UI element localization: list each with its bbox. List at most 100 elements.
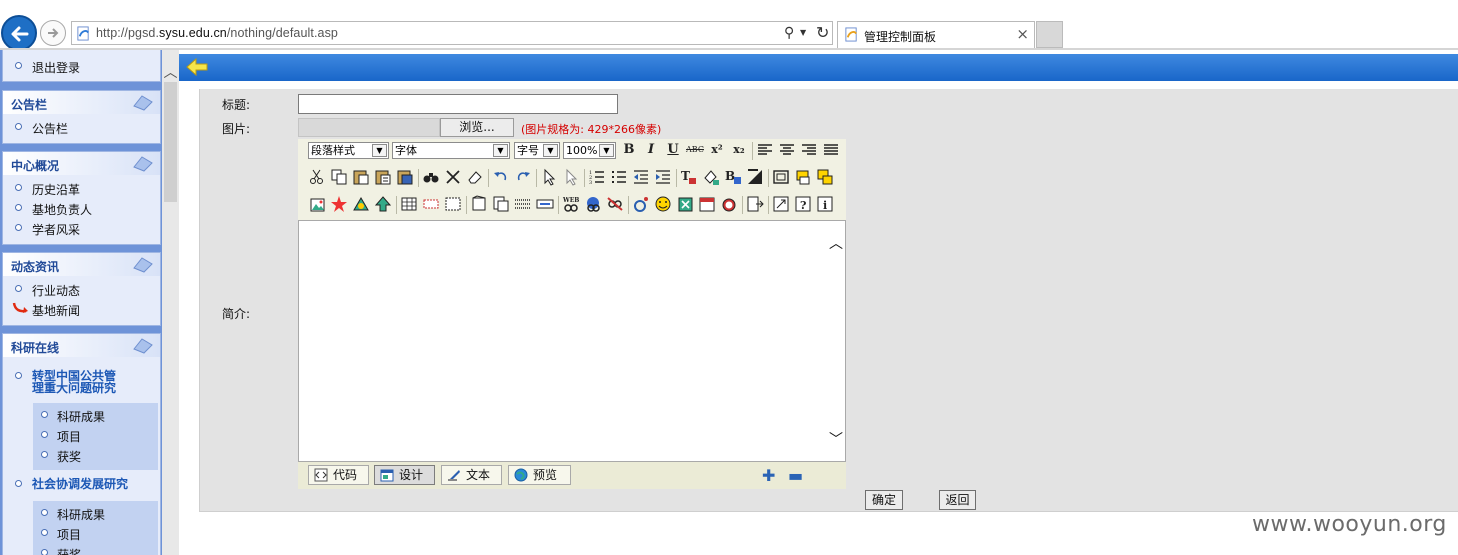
close-icon[interactable]: × (1016, 25, 1029, 43)
excel-icon[interactable] (676, 195, 694, 213)
scrollbar-thumb[interactable] (164, 82, 177, 202)
flash-icon[interactable] (330, 195, 348, 213)
scroll-down-icon[interactable]: ﹀ (829, 429, 843, 449)
sidebar-item-scholars[interactable]: 学者风采 (3, 218, 160, 238)
hyperlink-icon[interactable]: WEB (562, 195, 580, 213)
italic-icon[interactable]: I (642, 141, 660, 159)
superscript-icon[interactable]: x² (708, 141, 726, 159)
sidebar-item-awards[interactable]: 获奖 (33, 543, 158, 555)
help-icon[interactable]: ? (794, 195, 812, 213)
unordered-list-icon[interactable] (610, 168, 628, 186)
undo-icon[interactable] (492, 168, 510, 186)
anchor-icon[interactable] (584, 195, 602, 213)
background-color-icon[interactable] (702, 168, 720, 186)
browse-button[interactable]: 浏览... (440, 118, 514, 137)
zoom-select[interactable]: 100% ▼ (563, 142, 616, 159)
image-icon[interactable] (308, 195, 326, 213)
indent-icon[interactable] (654, 168, 672, 186)
special-char-icon[interactable] (632, 195, 650, 213)
insert-page-icon[interactable] (746, 195, 764, 213)
sidebar-item-achievements[interactable]: 科研成果 (33, 503, 158, 523)
form-icon[interactable] (470, 195, 488, 213)
table-cell-icon[interactable] (444, 195, 462, 213)
browser-tab[interactable]: 管理控制面板 × (837, 21, 1035, 48)
about-icon[interactable]: i (816, 195, 834, 213)
redo-icon[interactable] (514, 168, 532, 186)
mode-design-button[interactable]: 设计 (374, 465, 435, 485)
confirm-button[interactable]: 确定 (865, 490, 903, 510)
select-none-icon[interactable] (562, 168, 580, 186)
table-row-icon[interactable] (422, 195, 440, 213)
chevron-down-icon[interactable]: ▼ (800, 28, 806, 37)
border-icon[interactable] (772, 168, 790, 186)
unlink-icon[interactable] (606, 195, 624, 213)
editor-content-area[interactable]: ︿ ﹀ (298, 220, 846, 462)
align-justify-icon[interactable] (822, 141, 840, 159)
back-button[interactable]: 返回 (939, 490, 976, 510)
sidebar-scrollbar[interactable]: ︿ (162, 50, 179, 555)
media-icon[interactable] (352, 195, 370, 213)
outdent-icon[interactable] (632, 168, 650, 186)
time-icon[interactable] (720, 195, 738, 213)
mode-preview-button[interactable]: 预览 (508, 465, 571, 485)
align-center-icon[interactable] (778, 141, 796, 159)
back-button[interactable] (1, 15, 37, 51)
upload-file-icon[interactable] (374, 195, 392, 213)
image-file-path[interactable] (298, 118, 440, 137)
align-left-icon[interactable] (756, 141, 774, 159)
mode-code-button[interactable]: 代码 (308, 465, 369, 485)
iframe-icon[interactable] (492, 195, 510, 213)
emoticon-icon[interactable] (654, 195, 672, 213)
minus-icon[interactable]: ▬ (788, 466, 803, 485)
layer-icon[interactable] (816, 168, 834, 186)
copy-icon[interactable] (330, 168, 348, 186)
sidebar-item-bulletin[interactable]: 公告栏 (3, 117, 160, 137)
refresh-icon[interactable]: ↻ (816, 23, 829, 42)
format-brush-icon[interactable] (746, 168, 764, 186)
paste-word-icon[interactable] (396, 168, 414, 186)
delete-icon[interactable] (444, 168, 462, 186)
title-input[interactable] (298, 94, 618, 114)
underline-icon[interactable]: U (664, 141, 682, 159)
sidebar-item-awards[interactable]: 获奖 (33, 445, 158, 465)
align-right-icon[interactable] (800, 141, 818, 159)
sidebar-item-achievements[interactable]: 科研成果 (33, 405, 158, 425)
address-url[interactable]: http://pgsd.sysu.edu.cn/nothing/default.… (96, 26, 338, 40)
scroll-up-icon[interactable]: ︿ (162, 62, 179, 81)
paste-icon[interactable] (352, 168, 370, 186)
find-icon[interactable] (422, 168, 440, 186)
new-tab-button[interactable] (1036, 21, 1063, 48)
plus-icon[interactable]: ✚ (762, 466, 775, 485)
cut-icon[interactable] (308, 168, 326, 186)
ordered-list-icon[interactable]: 123 (588, 168, 606, 186)
sidebar-item-leader[interactable]: 基地负责人 (3, 198, 160, 218)
forward-button[interactable] (40, 20, 66, 46)
sidebar-item-base-news[interactable]: 基地新闻 (3, 299, 160, 319)
bold-icon[interactable]: B (620, 141, 638, 159)
select-all-icon[interactable] (540, 168, 558, 186)
address-bar[interactable]: http://pgsd.sysu.edu.cn/nothing/default.… (71, 21, 833, 45)
scroll-up-icon[interactable]: ︿ (829, 233, 843, 253)
font-size-select[interactable]: 字号 ▼ (514, 142, 560, 159)
research-group-title[interactable]: 社会协调发展研究 (32, 478, 128, 490)
absolute-position-icon[interactable] (794, 168, 812, 186)
search-icon[interactable]: ⚲ (784, 25, 794, 41)
mode-text-button[interactable]: 文本 (441, 465, 502, 485)
sidebar-item-history[interactable]: 历史沿革 (3, 178, 160, 198)
strikethrough-icon[interactable]: ABC (686, 141, 704, 159)
table-icon[interactable] (400, 195, 418, 213)
sidebar-item-projects[interactable]: 项目 (33, 523, 158, 543)
eraser-icon[interactable] (466, 168, 484, 186)
sidebar-item-projects[interactable]: 项目 (33, 425, 158, 445)
highlight-icon[interactable]: B (724, 168, 742, 186)
sidebar-item-logout[interactable]: 退出登录 (3, 56, 160, 76)
subscript-icon[interactable]: x₂ (730, 141, 748, 159)
date-icon[interactable] (698, 195, 716, 213)
sidebar-item-industry[interactable]: 行业动态 (3, 279, 160, 299)
paragraph-style-select[interactable]: 段落样式 ▼ (308, 142, 389, 159)
fullscreen-icon[interactable] (772, 195, 790, 213)
marquee-icon[interactable] (536, 195, 554, 213)
research-group-title[interactable]: 转型中国公共管 理重大问题研究 (32, 370, 116, 394)
font-select[interactable]: 字体 ▼ (392, 142, 510, 159)
back-arrow-icon[interactable] (186, 58, 208, 76)
